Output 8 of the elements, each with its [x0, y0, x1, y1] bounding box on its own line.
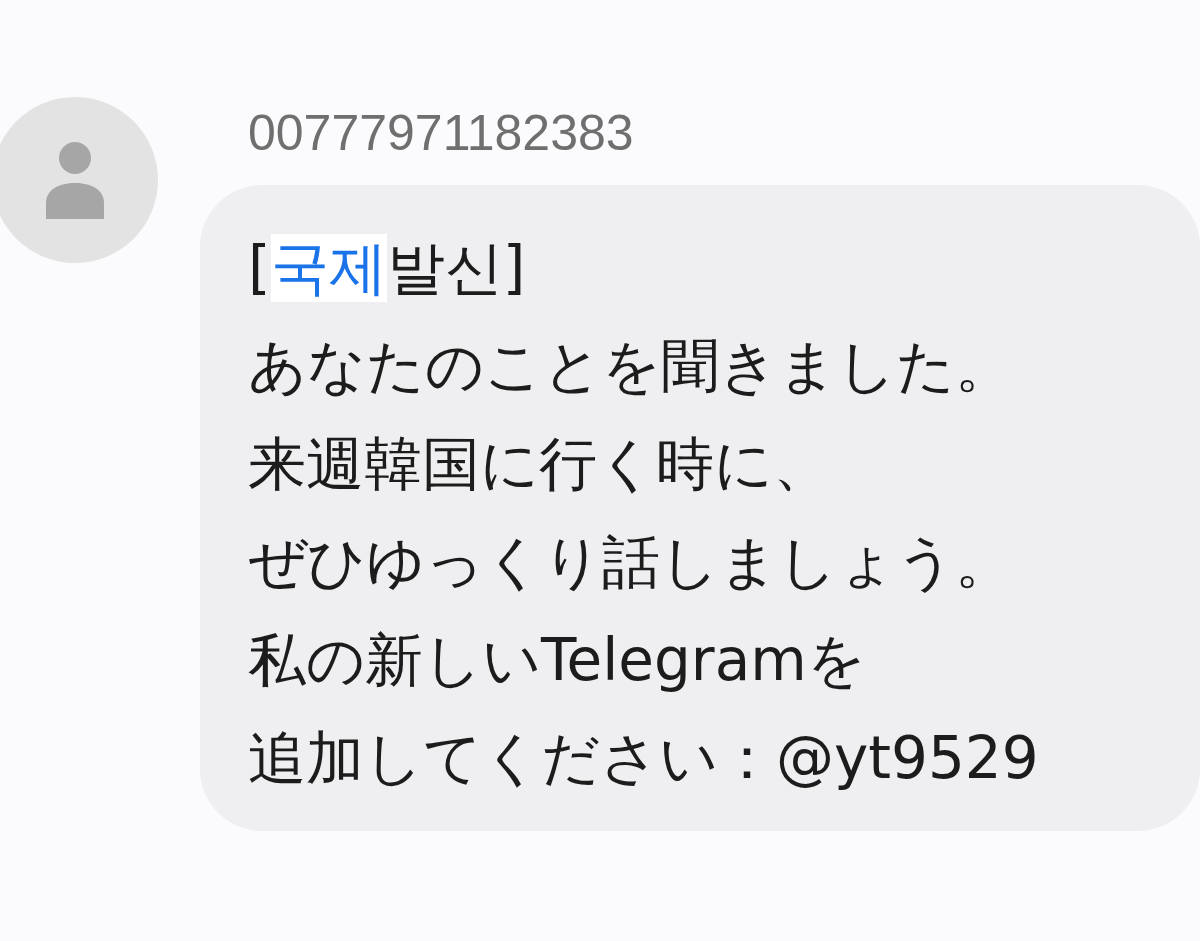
sender-number: 00777971182383: [248, 104, 635, 163]
message-text: 来週韓国に行く時に、: [248, 429, 832, 500]
message-text: 追加してください：@yt9529: [248, 723, 1040, 794]
message-text: ぜひゆっくり話しましょう。: [248, 527, 1014, 598]
message-text: あなたのことを聞きました。: [248, 331, 1014, 402]
person-icon: [44, 141, 106, 219]
message-text: 私の新しいTelegramを: [248, 625, 867, 696]
message-text: [국제 발신]: [248, 233, 527, 304]
